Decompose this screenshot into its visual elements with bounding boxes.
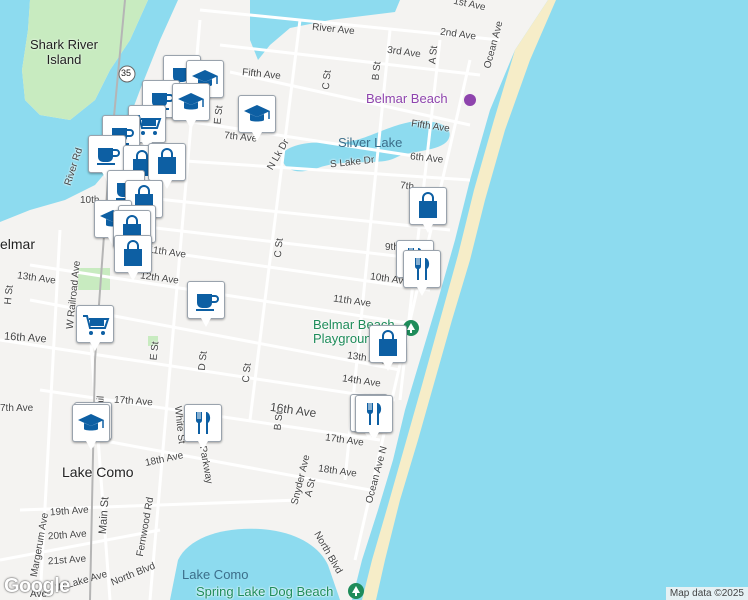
street-label: C St [240, 362, 254, 384]
street-label: B St [370, 60, 384, 81]
coffee-marker[interactable] [187, 281, 225, 327]
street-label: A St [427, 45, 441, 65]
shopping-bag-icon [124, 240, 142, 266]
lake-como-town-label: Lake Como [62, 464, 134, 480]
street-label: E St [212, 104, 226, 125]
restaurant-marker[interactable] [184, 404, 222, 450]
graduation-cap-icon [78, 414, 104, 431]
restaurant-marker[interactable] [403, 250, 441, 296]
coffee-marker[interactable] [88, 135, 126, 181]
graduation-cap-icon [178, 93, 204, 110]
map-canvas[interactable]: Silver Lake Lake Como Shark River Island… [0, 0, 748, 600]
street-label: H St [2, 284, 16, 306]
coffee-icon [196, 294, 219, 311]
street-label: C St [320, 69, 334, 91]
restaurant-marker[interactable] [355, 395, 393, 441]
beach-icon [464, 94, 476, 106]
spring-lake-dog-beach-label[interactable]: Spring Lake Dog Beach [196, 585, 333, 598]
street-label: E St [148, 340, 162, 361]
school-marker[interactable] [72, 404, 110, 450]
school-marker[interactable] [238, 95, 276, 141]
park-icon [348, 583, 364, 599]
fork-knife-icon [195, 412, 211, 434]
grocery-marker[interactable] [76, 305, 114, 351]
fork-knife-icon [366, 403, 382, 425]
shopping-cart-icon [83, 315, 110, 335]
shopping-marker[interactable] [369, 325, 407, 371]
google-logo[interactable]: Google [4, 575, 70, 598]
street-label: D St [196, 350, 210, 372]
coffee-icon [97, 148, 120, 165]
map-base-layer [0, 0, 748, 600]
silver-lake-label: Silver Lake [338, 135, 403, 150]
belmar-beach-label[interactable]: Belmar Beach [366, 92, 448, 105]
shopping-marker[interactable] [148, 143, 186, 189]
graduation-cap-icon [244, 105, 270, 122]
street-label: 7th Ave [0, 403, 34, 414]
shopping-marker[interactable] [409, 187, 447, 233]
fork-knife-icon [414, 258, 430, 280]
shark-river-island-label: Shark River Island [30, 37, 98, 67]
shopping-bag-icon [158, 148, 176, 174]
school-marker[interactable] [172, 83, 210, 129]
shopping-bag-icon [379, 330, 397, 356]
shopping-marker[interactable] [114, 235, 152, 281]
belmar-label: elmar [0, 236, 36, 252]
map-attribution[interactable]: Map data ©2025 [665, 587, 748, 600]
park-patch [78, 268, 110, 290]
lake-como-label: Lake Como [182, 567, 249, 582]
street-label: C St [272, 237, 286, 259]
route-35-label: 35 [121, 68, 132, 78]
shopping-bag-icon [419, 192, 437, 218]
street-label: B St [272, 410, 286, 431]
